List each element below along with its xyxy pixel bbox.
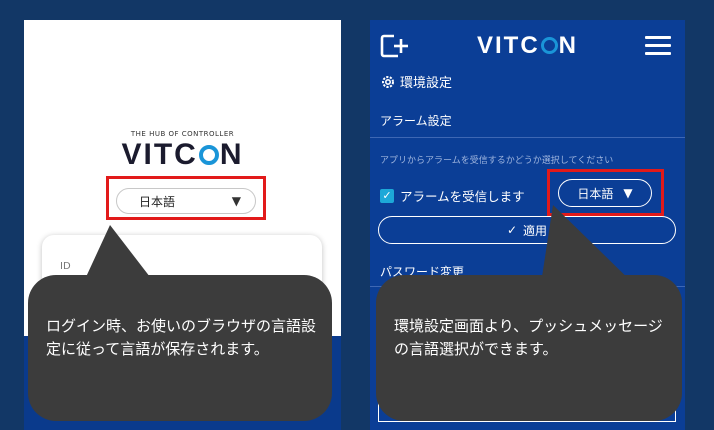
callout-right: 環境設定画面より、プッシュメッセージの言語選択ができます。	[376, 275, 682, 421]
callout-left: ログイン時、お使いのブラウザの言語設定に従って言語が保存されます。	[28, 275, 332, 421]
